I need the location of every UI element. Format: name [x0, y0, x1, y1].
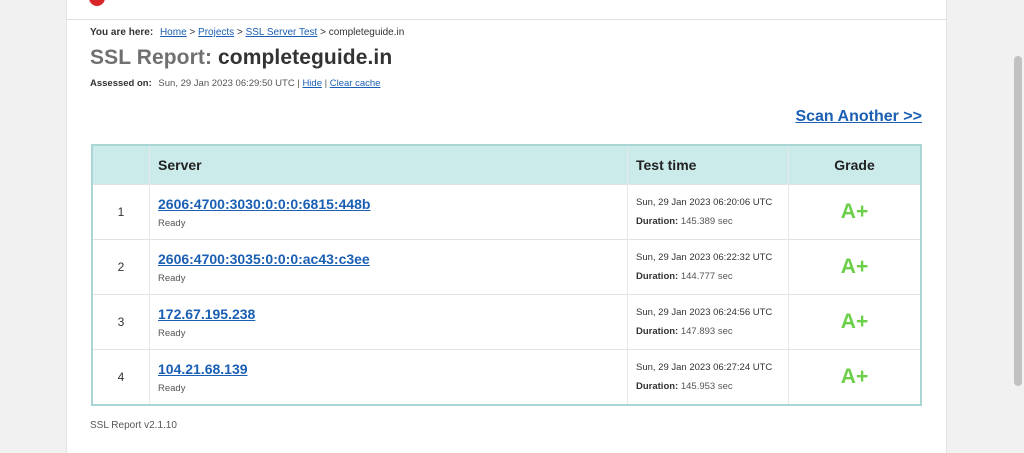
server-link[interactable]: 104.21.68.139 [158, 361, 248, 377]
duration: Duration: 147.893 sec [636, 326, 780, 337]
breadcrumb: You are here: Home > Projects > SSL Serv… [90, 27, 404, 38]
title-domain: completeguide.in [218, 46, 393, 69]
assessed-separator: | [297, 78, 300, 89]
breadcrumb-ssl-server-test-link[interactable]: SSL Server Test [246, 27, 318, 38]
breadcrumb-separator: > [189, 27, 196, 38]
grade-cell: A+ [788, 294, 922, 350]
header-number [92, 145, 150, 185]
test-time-cell: Sun, 29 Jan 2023 06:27:24 UTC Duration: … [627, 349, 789, 405]
test-time: Sun, 29 Jan 2023 06:20:06 UTC [636, 197, 773, 208]
server-status: Ready [158, 382, 186, 394]
table-header-row: Server Test time Grade [92, 145, 922, 185]
assessed-value: Sun, 29 Jan 2023 06:29:50 UTC [158, 78, 295, 89]
test-time: Sun, 29 Jan 2023 06:24:56 UTC [636, 307, 773, 318]
scan-another-link[interactable]: Scan Another >> [795, 108, 922, 126]
breadcrumb-home-link[interactable]: Home [160, 27, 187, 38]
server-cell: 172.67.195.238 Ready [149, 294, 628, 350]
title-prefix: SSL Report: [90, 46, 213, 69]
duration-label: Duration: [636, 326, 679, 337]
server-status: Ready [158, 217, 186, 229]
duration-value: 144.777 sec [680, 271, 733, 282]
header-server: Server [149, 145, 628, 185]
page-container: You are here: Home > Projects > SSL Serv… [66, 0, 947, 453]
results-table: Server Test time Grade 1 2606:4700:3030:… [91, 144, 922, 406]
duration-value: 147.893 sec [680, 326, 733, 337]
assessed-on-line: Assessed on: Sun, 29 Jan 2023 06:29:50 U… [90, 78, 380, 89]
duration: Duration: 145.389 sec [636, 216, 780, 227]
breadcrumb-projects-link[interactable]: Projects [198, 27, 234, 38]
grade-cell: A+ [788, 184, 922, 240]
server-cell: 2606:4700:3030:0:0:0:6815:448b Ready [149, 184, 628, 240]
test-time-cell: Sun, 29 Jan 2023 06:20:06 UTC Duration: … [627, 184, 789, 240]
server-status: Ready [158, 327, 186, 339]
breadcrumb-separator: > [236, 27, 243, 38]
table-row: 3 172.67.195.238 Ready Sun, 29 Jan 2023 … [92, 294, 922, 350]
table-row: 4 104.21.68.139 Ready Sun, 29 Jan 2023 0… [92, 349, 922, 405]
duration-value: 145.953 sec [680, 381, 733, 392]
breadcrumb-prefix: You are here: [90, 27, 154, 38]
clear-cache-link[interactable]: Clear cache [330, 78, 381, 89]
grade-cell: A+ [788, 349, 922, 405]
duration-label: Duration: [636, 216, 679, 227]
footer-version: SSL Report v2.1.10 [90, 420, 177, 431]
server-link[interactable]: 2606:4700:3030:0:0:0:6815:448b [158, 196, 370, 212]
duration-label: Duration: [636, 381, 679, 392]
duration: Duration: 145.953 sec [636, 381, 780, 392]
test-time: Sun, 29 Jan 2023 06:27:24 UTC [636, 362, 773, 373]
assessed-separator: | [324, 78, 328, 89]
page-title: SSL Report: completeguide.in [90, 46, 392, 70]
breadcrumb-separator: > [320, 27, 326, 38]
vertical-scrollbar[interactable] [1012, 0, 1024, 453]
test-time: Sun, 29 Jan 2023 06:22:32 UTC [636, 252, 773, 263]
server-cell: 2606:4700:3035:0:0:0:ac43:c3ee Ready [149, 239, 628, 295]
row-number: 3 [92, 294, 150, 350]
scrollbar-thumb[interactable] [1014, 56, 1022, 386]
server-link[interactable]: 172.67.195.238 [158, 306, 255, 322]
row-number: 4 [92, 349, 150, 405]
header-grade: Grade [788, 145, 922, 185]
duration-value: 145.389 sec [680, 216, 733, 227]
duration-label: Duration: [636, 271, 679, 282]
server-status: Ready [158, 272, 186, 284]
grade-badge[interactable]: A+ [841, 310, 868, 333]
hide-link[interactable]: Hide [302, 78, 322, 89]
breadcrumb-current: completeguide.in [328, 27, 405, 38]
qualys-logo-icon[interactable] [89, 0, 105, 6]
server-cell: 104.21.68.139 Ready [149, 349, 628, 405]
grade-badge[interactable]: A+ [841, 255, 868, 278]
table-row: 1 2606:4700:3030:0:0:0:6815:448b Ready S… [92, 184, 922, 240]
row-number: 1 [92, 184, 150, 240]
test-time-cell: Sun, 29 Jan 2023 06:22:32 UTC Duration: … [627, 239, 789, 295]
grade-cell: A+ [788, 239, 922, 295]
assessed-label: Assessed on: [90, 78, 152, 89]
duration: Duration: 144.777 sec [636, 271, 780, 282]
test-time-cell: Sun, 29 Jan 2023 06:24:56 UTC Duration: … [627, 294, 789, 350]
header-test-time: Test time [627, 145, 789, 185]
grade-badge[interactable]: A+ [841, 200, 868, 223]
table-row: 2 2606:4700:3035:0:0:0:ac43:c3ee Ready S… [92, 239, 922, 295]
row-number: 2 [92, 239, 150, 295]
server-link[interactable]: 2606:4700:3035:0:0:0:ac43:c3ee [158, 251, 370, 267]
grade-badge[interactable]: A+ [841, 365, 868, 388]
site-header [67, 0, 946, 20]
